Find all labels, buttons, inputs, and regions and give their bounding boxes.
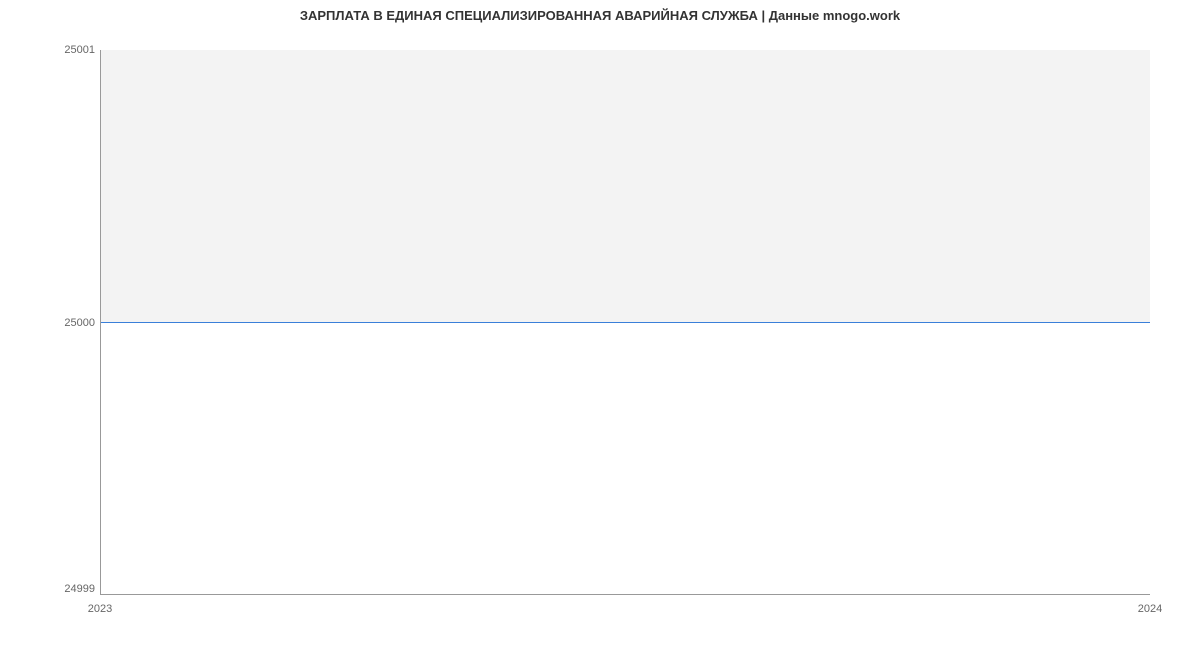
plot-background-upper	[101, 50, 1150, 322]
y-axis-tick-bot: 24999	[45, 583, 95, 595]
x-axis-tick-left: 2023	[88, 603, 112, 615]
y-axis-tick-top: 25001	[45, 44, 95, 56]
data-series-line	[101, 322, 1150, 323]
salary-chart: ЗАРПЛАТА В ЕДИНАЯ СПЕЦИАЛИЗИРОВАННАЯ АВА…	[0, 0, 1200, 650]
x-axis-tick-right: 2024	[1138, 603, 1162, 615]
chart-title: ЗАРПЛАТА В ЕДИНАЯ СПЕЦИАЛИЗИРОВАННАЯ АВА…	[0, 8, 1200, 23]
plot-area	[100, 50, 1150, 595]
y-axis-tick-mid: 25000	[45, 317, 95, 329]
